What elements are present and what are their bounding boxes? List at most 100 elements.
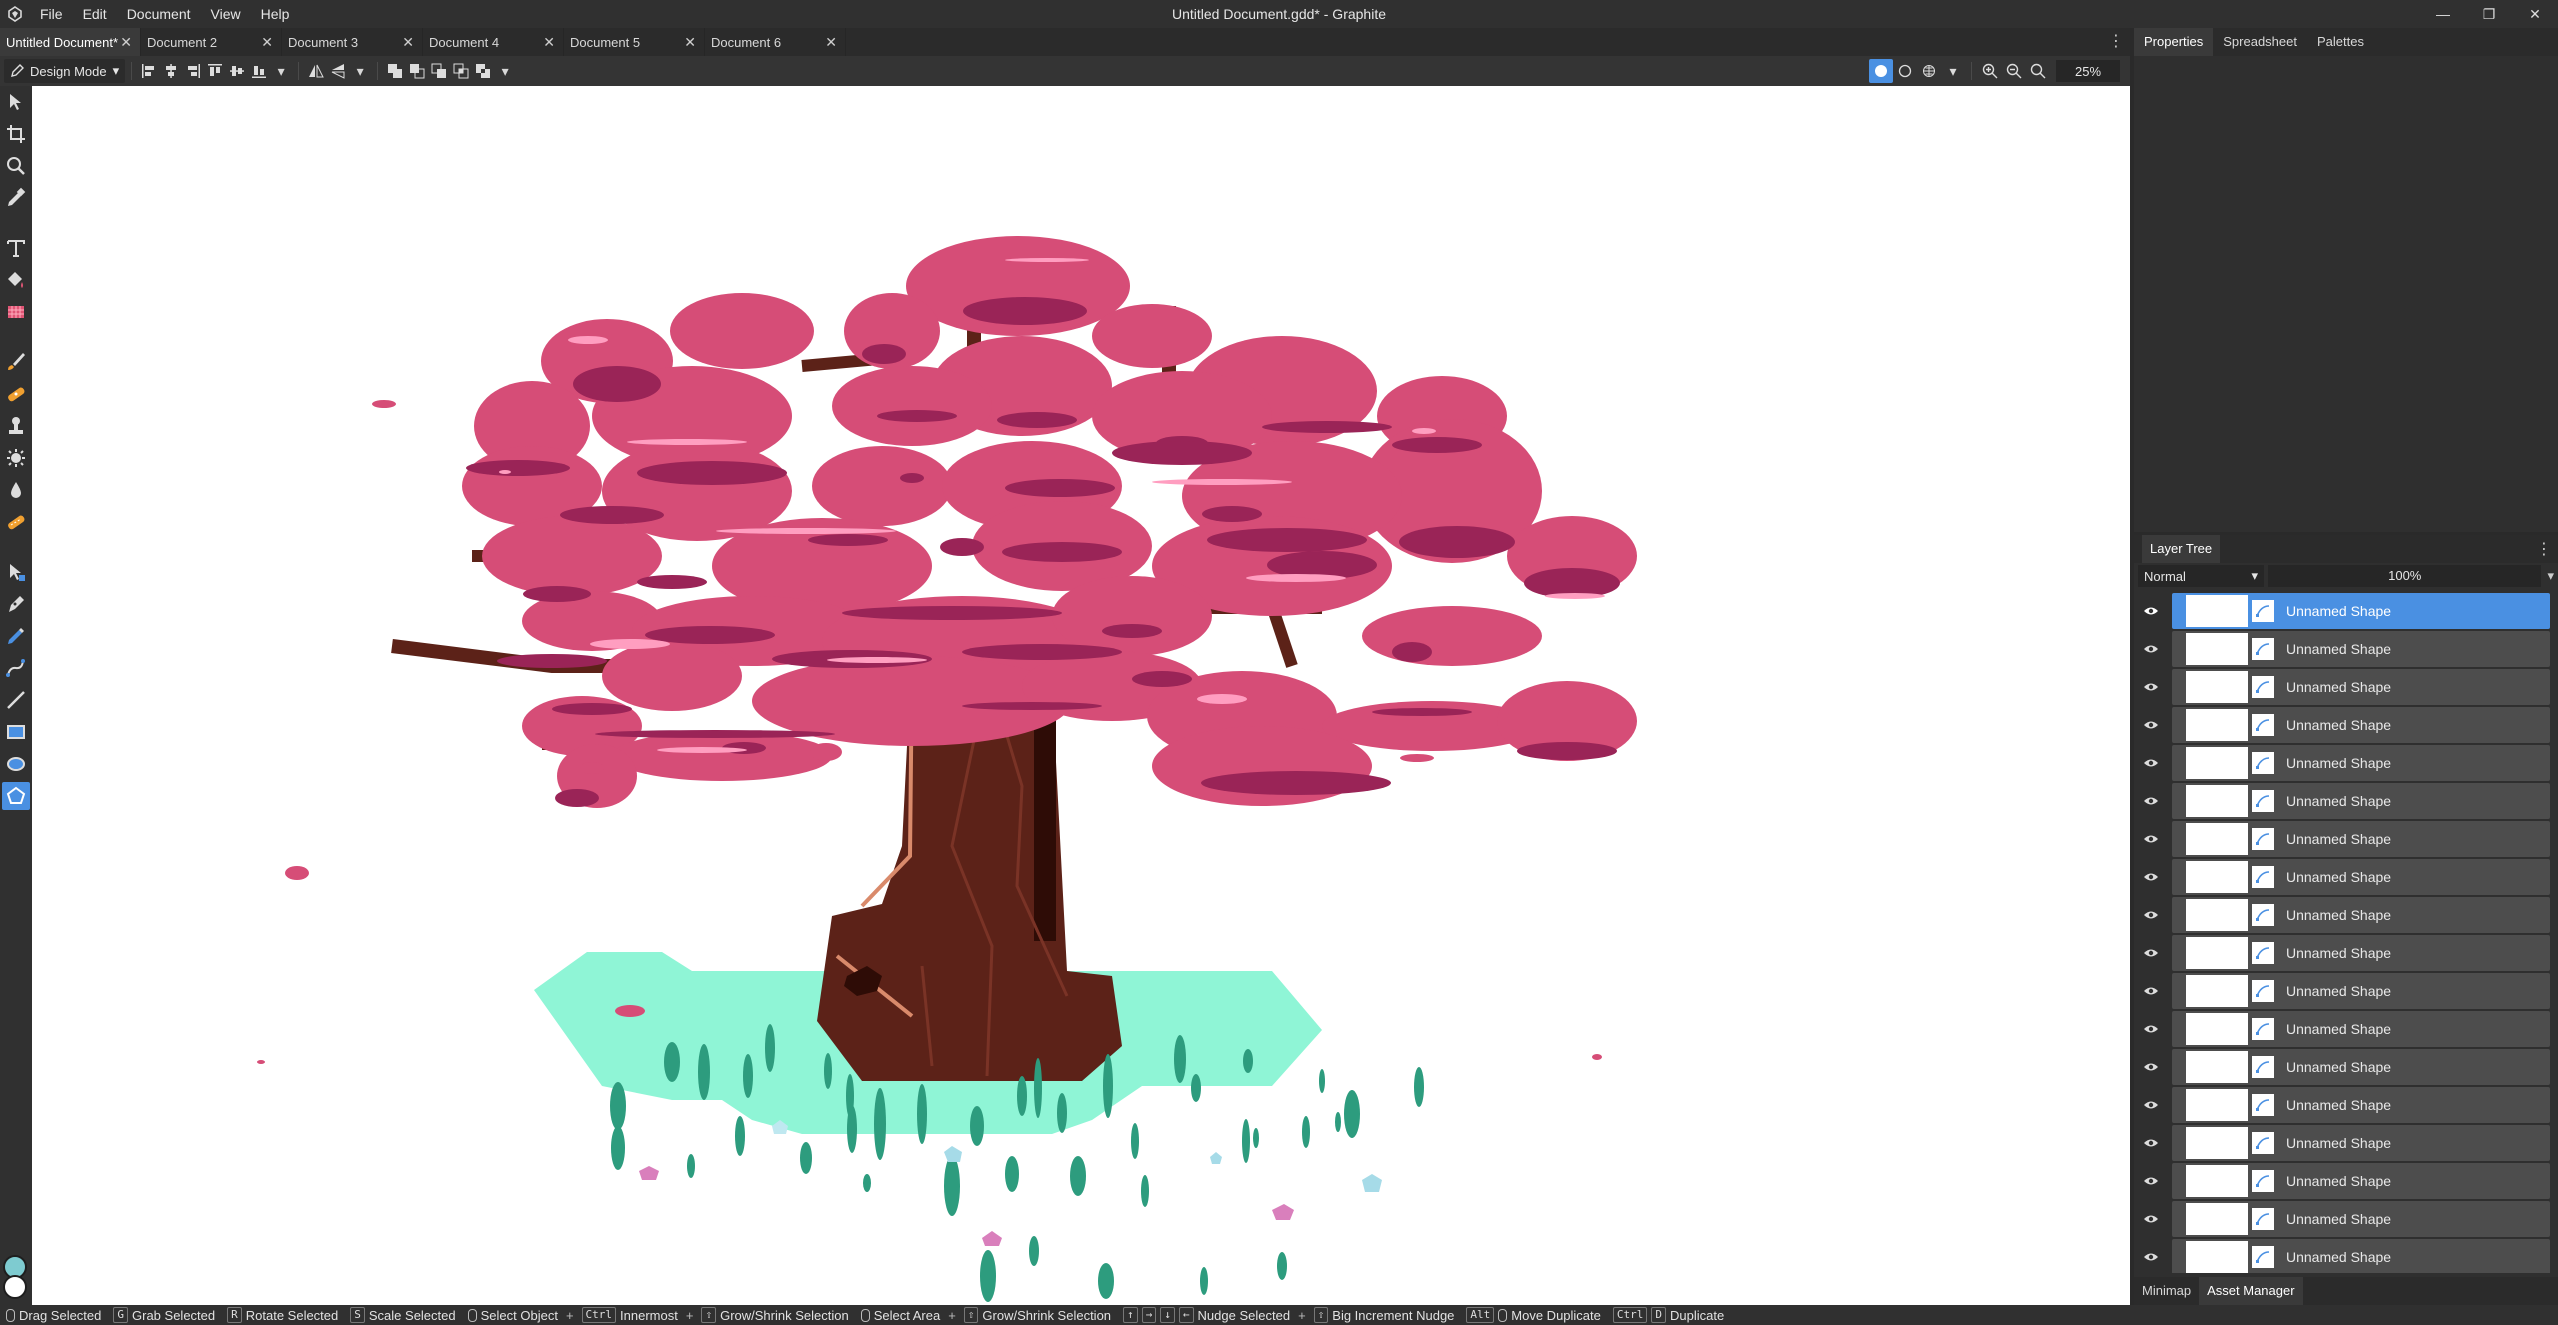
eye-icon[interactable] xyxy=(2134,935,2168,971)
tab-layer-tree[interactable]: Layer Tree xyxy=(2142,535,2221,563)
eye-icon[interactable] xyxy=(2134,973,2168,1009)
view-pixel-icon[interactable] xyxy=(1917,59,1941,83)
close-tab-icon[interactable]: ✕ xyxy=(684,34,696,51)
boolean-union-icon[interactable] xyxy=(384,60,406,82)
minimize-icon[interactable]: — xyxy=(2420,0,2466,28)
artboard[interactable] xyxy=(32,86,2130,1305)
menu-edit[interactable]: Edit xyxy=(73,0,117,28)
pen-tool-icon[interactable] xyxy=(2,590,30,618)
freehand-tool-icon[interactable] xyxy=(2,622,30,650)
layer-row[interactable]: Unnamed Shape xyxy=(2134,935,2554,971)
color-swatches[interactable] xyxy=(3,1255,29,1299)
tab-spreadsheet[interactable]: Spreadsheet xyxy=(2213,28,2307,56)
more-vertical-icon[interactable]: ⋮ xyxy=(2108,28,2124,56)
layer-row[interactable]: Unnamed Shape xyxy=(2134,707,2554,743)
eye-icon[interactable] xyxy=(2134,593,2168,629)
view-normal-icon[interactable] xyxy=(1869,59,1893,83)
align-right-icon[interactable] xyxy=(182,60,204,82)
close-tab-icon[interactable]: ✕ xyxy=(120,34,132,51)
layer-row[interactable]: Unnamed Shape xyxy=(2134,1049,2554,1085)
navigate-tool-icon[interactable] xyxy=(2,152,30,180)
line-tool-icon[interactable] xyxy=(2,686,30,714)
chevron-down-icon[interactable]: ▾ xyxy=(270,60,292,82)
tab-document-2[interactable]: Document 2 ✕ xyxy=(141,28,282,56)
zoom-in-icon[interactable] xyxy=(1978,59,2002,83)
layer-row[interactable]: Unnamed Shape xyxy=(2134,1201,2554,1237)
tab-palettes[interactable]: Palettes xyxy=(2307,28,2374,56)
boolean-difference-icon[interactable] xyxy=(472,60,494,82)
restore-icon[interactable]: ❐ xyxy=(2466,0,2512,28)
eye-icon[interactable] xyxy=(2134,1087,2168,1123)
zoom-out-icon[interactable] xyxy=(2002,59,2026,83)
layer-row[interactable]: Unnamed Shape xyxy=(2134,631,2554,667)
eyedropper-tool-icon[interactable] xyxy=(2,184,30,212)
tab-document-6[interactable]: Document 6 ✕ xyxy=(705,28,846,56)
close-tab-icon[interactable]: ✕ xyxy=(543,34,555,51)
patch-tool-icon[interactable] xyxy=(2,444,30,472)
opacity-field[interactable]: 100% xyxy=(2268,565,2542,587)
gradient-tool-icon[interactable] xyxy=(2,298,30,326)
eye-icon[interactable] xyxy=(2134,669,2168,705)
layer-row[interactable]: Unnamed Shape xyxy=(2134,669,2554,705)
close-tab-icon[interactable]: ✕ xyxy=(825,34,837,51)
layer-row[interactable]: Unnamed Shape xyxy=(2134,783,2554,819)
menu-file[interactable]: File xyxy=(30,0,73,28)
eye-icon[interactable] xyxy=(2134,821,2168,857)
polygon-tool-icon[interactable] xyxy=(2,782,30,810)
layer-row[interactable]: Unnamed Shape xyxy=(2134,859,2554,895)
select-tool-icon[interactable] xyxy=(2,88,30,116)
zoom-input[interactable] xyxy=(2056,60,2120,82)
close-tab-icon[interactable]: ✕ xyxy=(261,34,273,51)
menu-view[interactable]: View xyxy=(201,0,251,28)
tab-asset-manager[interactable]: Asset Manager xyxy=(2199,1277,2303,1305)
align-middle-icon[interactable] xyxy=(226,60,248,82)
tab-document-5[interactable]: Document 5 ✕ xyxy=(564,28,705,56)
layer-row[interactable]: Unnamed Shape xyxy=(2134,973,2554,1009)
layer-row[interactable]: Unnamed Shape xyxy=(2134,1125,2554,1161)
heal-tool-icon[interactable] xyxy=(2,380,30,408)
view-outline-icon[interactable] xyxy=(1893,59,1917,83)
boolean-subtract-back-icon[interactable] xyxy=(428,60,450,82)
artboard-tool-icon[interactable] xyxy=(2,120,30,148)
tab-document-4[interactable]: Document 4 ✕ xyxy=(423,28,564,56)
menu-help[interactable]: Help xyxy=(251,0,300,28)
eye-icon[interactable] xyxy=(2134,1239,2168,1273)
eye-icon[interactable] xyxy=(2134,859,2168,895)
layer-row[interactable]: Unnamed Shape xyxy=(2134,593,2554,629)
brush-tool-icon[interactable] xyxy=(2,348,30,376)
chevron-down-icon[interactable]: ▾ xyxy=(494,60,516,82)
boolean-subtract-front-icon[interactable] xyxy=(406,60,428,82)
eye-icon[interactable] xyxy=(2134,631,2168,667)
tab-untitled-document[interactable]: Untitled Document* ✕ xyxy=(0,28,141,56)
align-center-icon[interactable] xyxy=(160,60,182,82)
flip-vertical-icon[interactable] xyxy=(327,60,349,82)
tab-minimap[interactable]: Minimap xyxy=(2134,1277,2199,1305)
layer-row[interactable]: Unnamed Shape xyxy=(2134,897,2554,933)
rectangle-tool-icon[interactable] xyxy=(2,718,30,746)
align-left-icon[interactable] xyxy=(138,60,160,82)
layer-row[interactable]: Unnamed Shape xyxy=(2134,1239,2554,1273)
eye-icon[interactable] xyxy=(2134,745,2168,781)
layer-row[interactable]: Unnamed Shape xyxy=(2134,1087,2554,1123)
boolean-intersect-icon[interactable] xyxy=(450,60,472,82)
fill-tool-icon[interactable] xyxy=(2,266,30,294)
eye-icon[interactable] xyxy=(2134,707,2168,743)
layer-row[interactable]: Unnamed Shape xyxy=(2134,1163,2554,1199)
canvas-viewport[interactable] xyxy=(32,86,2130,1305)
eye-icon[interactable] xyxy=(2134,783,2168,819)
secondary-color-swatch[interactable] xyxy=(3,1275,27,1299)
ellipse-tool-icon[interactable] xyxy=(2,750,30,778)
close-window-icon[interactable]: ✕ xyxy=(2512,0,2558,28)
tab-document-3[interactable]: Document 3 ✕ xyxy=(282,28,423,56)
flip-horizontal-icon[interactable] xyxy=(305,60,327,82)
layer-row[interactable]: Unnamed Shape xyxy=(2134,1011,2554,1047)
chevron-down-icon[interactable]: ▾ xyxy=(349,60,371,82)
zoom-reset-icon[interactable] xyxy=(2026,59,2050,83)
eye-icon[interactable] xyxy=(2134,1049,2168,1085)
close-tab-icon[interactable]: ✕ xyxy=(402,34,414,51)
more-vertical-icon[interactable]: ⋮ xyxy=(2536,539,2552,559)
menu-document[interactable]: Document xyxy=(117,0,201,28)
clone-tool-icon[interactable] xyxy=(2,412,30,440)
mode-dropdown[interactable]: Design Mode ▾ xyxy=(4,59,126,83)
text-tool-icon[interactable] xyxy=(2,234,30,262)
